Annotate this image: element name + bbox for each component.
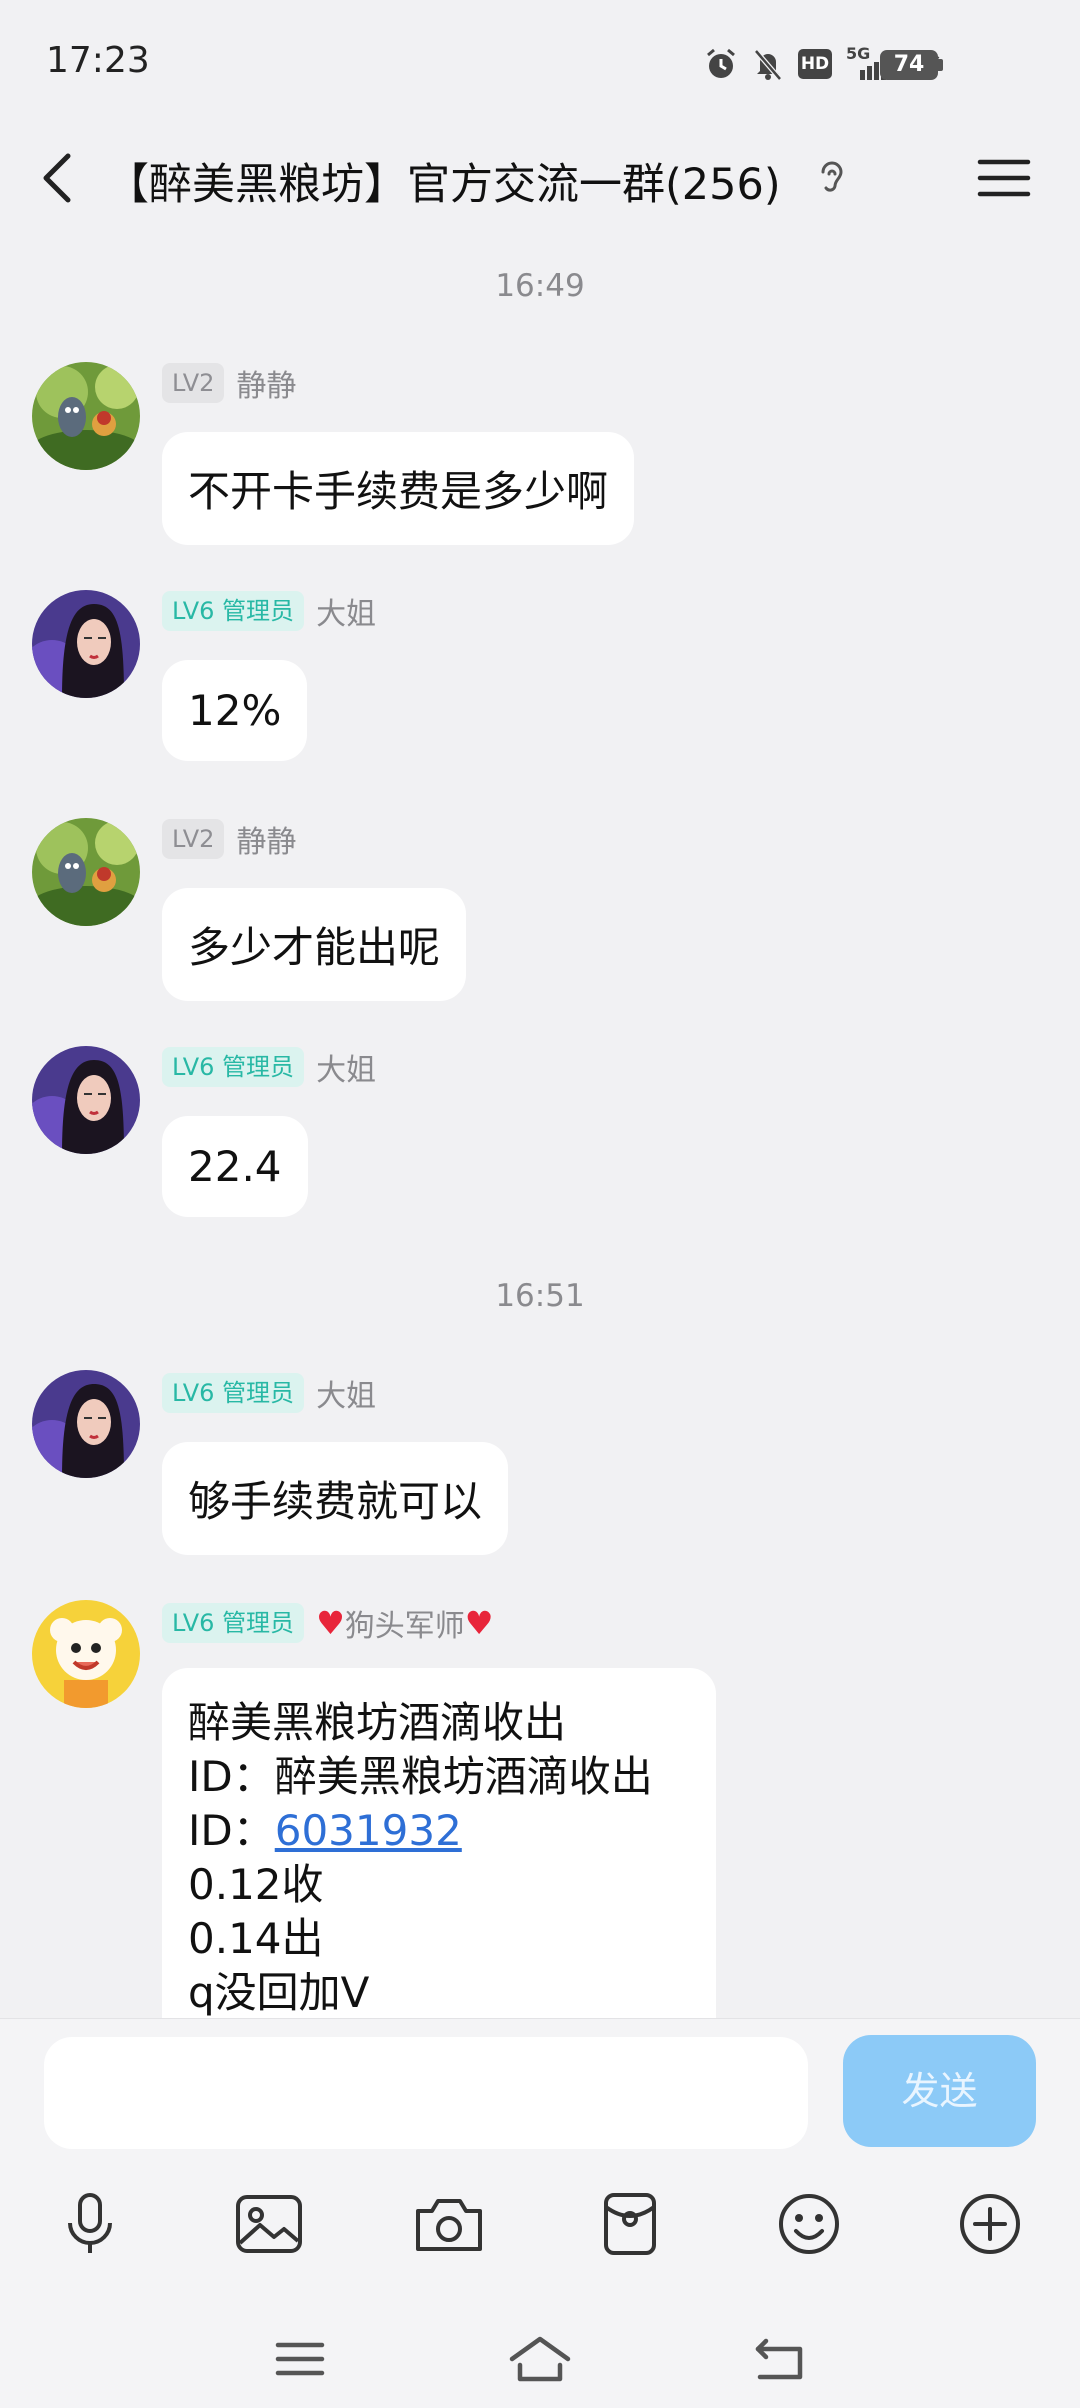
message-input[interactable] bbox=[44, 2037, 808, 2149]
message-bubble[interactable]: 12% bbox=[162, 660, 308, 761]
level-badge: LV2 bbox=[162, 363, 225, 403]
hd-icon: HD bbox=[798, 49, 832, 79]
sender-name[interactable]: 大姐 bbox=[316, 1045, 376, 1089]
ear-icon[interactable] bbox=[815, 156, 849, 204]
message-meta: LV6 管理员 ♥ 狗头军师 ♥ bbox=[162, 1602, 493, 1644]
composer: 发送 bbox=[0, 2018, 1080, 2408]
status-time: 17:23 bbox=[46, 40, 150, 81]
level-badge: LV6 管理员 bbox=[162, 591, 305, 631]
message-meta: LV2 静静 bbox=[162, 818, 296, 860]
avatar[interactable] bbox=[32, 818, 140, 926]
heart-icon: ♥ bbox=[464, 1604, 494, 1642]
message-line: ID：6031932 bbox=[188, 1806, 462, 1855]
message-bubble[interactable]: 够手续费就可以 bbox=[162, 1442, 509, 1555]
avatar[interactable] bbox=[32, 1600, 140, 1708]
send-button[interactable]: 发送 bbox=[843, 2035, 1036, 2147]
back-arrow-icon[interactable] bbox=[30, 142, 90, 212]
menu-icon[interactable] bbox=[976, 150, 1032, 206]
status-bar: 17:23 HD 5G 74 bbox=[0, 0, 1080, 120]
avatar[interactable] bbox=[32, 1370, 140, 1478]
plus-icon[interactable] bbox=[945, 2179, 1035, 2269]
message-line: ID：醉美黑粮坊酒滴收出 bbox=[188, 1752, 653, 1801]
level-badge: LV6 管理员 bbox=[162, 1373, 305, 1413]
level-badge: LV6 管理员 bbox=[162, 1603, 305, 1643]
avatar[interactable] bbox=[32, 362, 140, 470]
level-badge: LV2 bbox=[162, 819, 225, 859]
message-bubble[interactable]: 醉美黑粮坊酒滴收出 ID：醉美黑粮坊酒滴收出 ID：6031932 0.12收 … bbox=[162, 1668, 716, 2020]
sender-name[interactable]: 静静 bbox=[236, 817, 296, 861]
back-nav-icon[interactable] bbox=[735, 2319, 825, 2399]
camera-icon[interactable] bbox=[404, 2179, 494, 2269]
message-bubble[interactable]: 多少才能出呢 bbox=[162, 888, 467, 1001]
sender-name[interactable]: 静静 bbox=[236, 361, 296, 405]
sender-name[interactable]: 狗头军师 bbox=[345, 1601, 465, 1645]
message-bubble[interactable]: 22.4 bbox=[162, 1116, 308, 1217]
avatar[interactable] bbox=[32, 1046, 140, 1154]
heart-icon: ♥ bbox=[316, 1604, 345, 1642]
message-meta: LV6 管理员 大姐 bbox=[162, 1372, 376, 1414]
menu-nav-icon[interactable] bbox=[255, 2319, 345, 2399]
home-nav-icon[interactable] bbox=[495, 2319, 585, 2399]
chat-header: 【醉美黑粮坊】官方交流一群(256) bbox=[0, 120, 1080, 235]
alarm-icon bbox=[707, 48, 735, 78]
image-icon[interactable] bbox=[224, 2179, 314, 2269]
message-meta: LV2 静静 bbox=[162, 362, 296, 404]
chat-title[interactable]: 【醉美黑粮坊】官方交流一群(256) bbox=[106, 150, 781, 212]
sender-name[interactable]: 大姐 bbox=[316, 1371, 376, 1415]
message-line: 0.12收 bbox=[188, 1860, 324, 1909]
id-link[interactable]: 6031932 bbox=[275, 1806, 462, 1855]
battery-icon: 74 bbox=[880, 50, 938, 80]
emoji-icon[interactable] bbox=[764, 2179, 854, 2269]
message-line: q没回加V bbox=[188, 1968, 370, 2017]
avatar[interactable] bbox=[32, 590, 140, 698]
message-meta: LV6 管理员 大姐 bbox=[162, 1046, 376, 1088]
sender-name[interactable]: 大姐 bbox=[316, 589, 376, 633]
message-line: 0.14出 bbox=[188, 1914, 324, 1963]
timestamp: 16:51 bbox=[495, 1278, 585, 1314]
level-badge: LV6 管理员 bbox=[162, 1047, 305, 1087]
battery-tip bbox=[938, 59, 943, 71]
red-packet-icon[interactable] bbox=[585, 2179, 675, 2269]
message-line: 醉美黑粮坊酒滴收出 bbox=[188, 1698, 567, 1747]
timestamp: 16:49 bbox=[495, 268, 585, 304]
mute-icon bbox=[754, 49, 782, 81]
message-meta: LV6 管理员 大姐 bbox=[162, 590, 376, 632]
message-bubble[interactable]: 不开卡手续费是多少啊 bbox=[162, 432, 635, 545]
microphone-icon[interactable] bbox=[45, 2179, 135, 2269]
